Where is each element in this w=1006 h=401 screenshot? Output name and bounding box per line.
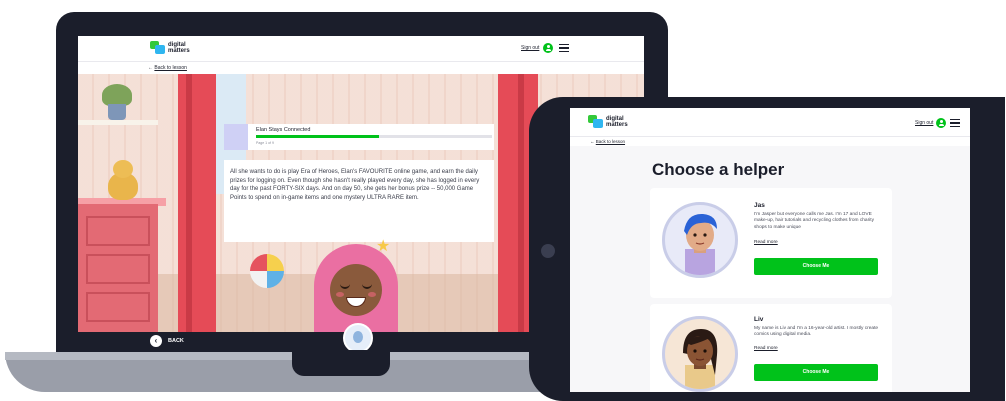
helper-description: My name is Liv and I'm a 16-year-old art…	[754, 326, 879, 338]
progress-page-count: Page 1 of 9	[256, 141, 274, 145]
helper-avatar-jas	[662, 202, 738, 278]
logo-text: digital matters	[168, 42, 190, 54]
liv-portrait-icon	[683, 329, 718, 389]
read-more-link[interactable]: Read more	[754, 240, 778, 245]
site-header: digital matters Sign out	[78, 36, 644, 62]
hamburger-menu-icon[interactable]	[559, 44, 569, 52]
shelf	[78, 120, 158, 125]
choose-me-button[interactable]: Choose Me	[754, 258, 878, 275]
helper-avatar-button[interactable]	[343, 323, 373, 350]
user-circle-icon[interactable]	[543, 43, 553, 53]
helper-avatar-liv	[662, 316, 738, 392]
plant-pot	[108, 104, 126, 120]
curtain-left	[178, 74, 216, 332]
helper-card-jas: Jas I'm Jasper but everyone calls me Jas…	[650, 188, 892, 298]
digital-matters-logo[interactable]: digital matters	[150, 41, 190, 54]
user-circle-icon[interactable]	[936, 118, 946, 128]
blush-left	[336, 292, 344, 297]
hamburger-menu-icon[interactable]	[950, 119, 960, 127]
logo-icon	[150, 41, 165, 54]
arrow-left-icon: ←	[148, 65, 153, 71]
mouth	[346, 297, 366, 307]
sign-out-link[interactable]: Sign out	[915, 120, 933, 126]
progress-card: Elan Stays Connected Page 1 of 9	[224, 124, 494, 150]
logo-line-2: matters	[606, 121, 628, 128]
story-text-card: All she wants to do is play Era of Heroe…	[224, 160, 494, 242]
drawer	[86, 216, 150, 246]
eye-left	[340, 284, 350, 289]
site-header: digital matters Sign out	[570, 108, 970, 137]
logo-line-2: matters	[168, 47, 190, 54]
helper-name: Jas	[754, 202, 765, 209]
character-face	[330, 264, 382, 316]
star-clip-icon: ★	[376, 238, 391, 255]
jas-portrait-icon	[684, 213, 717, 275]
laptop-notch	[292, 352, 390, 376]
progress-bar-fill	[256, 135, 379, 138]
read-more-link[interactable]: Read more	[754, 346, 778, 351]
arrow-left-icon: ←	[590, 139, 595, 144]
helper-name: Liv	[754, 316, 764, 323]
character-elan: ★	[314, 238, 398, 332]
tablet-screen: digital matters Sign out ← Back to lesso…	[570, 108, 970, 392]
drawer	[86, 292, 150, 322]
logo-icon	[588, 115, 603, 128]
back-to-lesson-label: Back to lesson	[595, 139, 626, 144]
back-to-lesson-label: Back to lesson	[154, 65, 187, 71]
back-button-label[interactable]: BACK	[168, 338, 184, 344]
chevron-left-icon[interactable]: ‹	[150, 335, 162, 347]
sign-out-link[interactable]: Sign out	[521, 45, 539, 51]
digital-matters-logo[interactable]: digital matters	[588, 115, 628, 128]
teddy-bear-head	[113, 160, 133, 178]
story-thumbnail	[224, 124, 248, 150]
beach-ball	[250, 254, 284, 288]
choose-me-button[interactable]: Choose Me	[754, 364, 878, 381]
eye-right	[362, 284, 372, 289]
helper-description: I'm Jasper but everyone calls me Jas. I'…	[754, 212, 874, 230]
story-text: All she wants to do is play Era of Heroe…	[230, 169, 480, 201]
plant-leaves	[102, 84, 132, 106]
progress-bar	[256, 135, 492, 138]
blush-right	[368, 292, 376, 297]
drawer	[86, 254, 150, 284]
helper-card-liv: Liv My name is Liv and I'm a 16-year-old…	[650, 304, 892, 392]
back-to-lesson-link[interactable]: ← Back to lesson	[590, 139, 625, 144]
tablet-home-button	[541, 244, 555, 258]
dresser	[78, 204, 158, 332]
back-to-lesson-link[interactable]: ← Back to lesson	[148, 65, 187, 71]
page-title: Choose a helper	[652, 160, 785, 179]
logo-text: digital matters	[606, 116, 628, 128]
story-title: Elan Stays Connected	[256, 127, 311, 133]
